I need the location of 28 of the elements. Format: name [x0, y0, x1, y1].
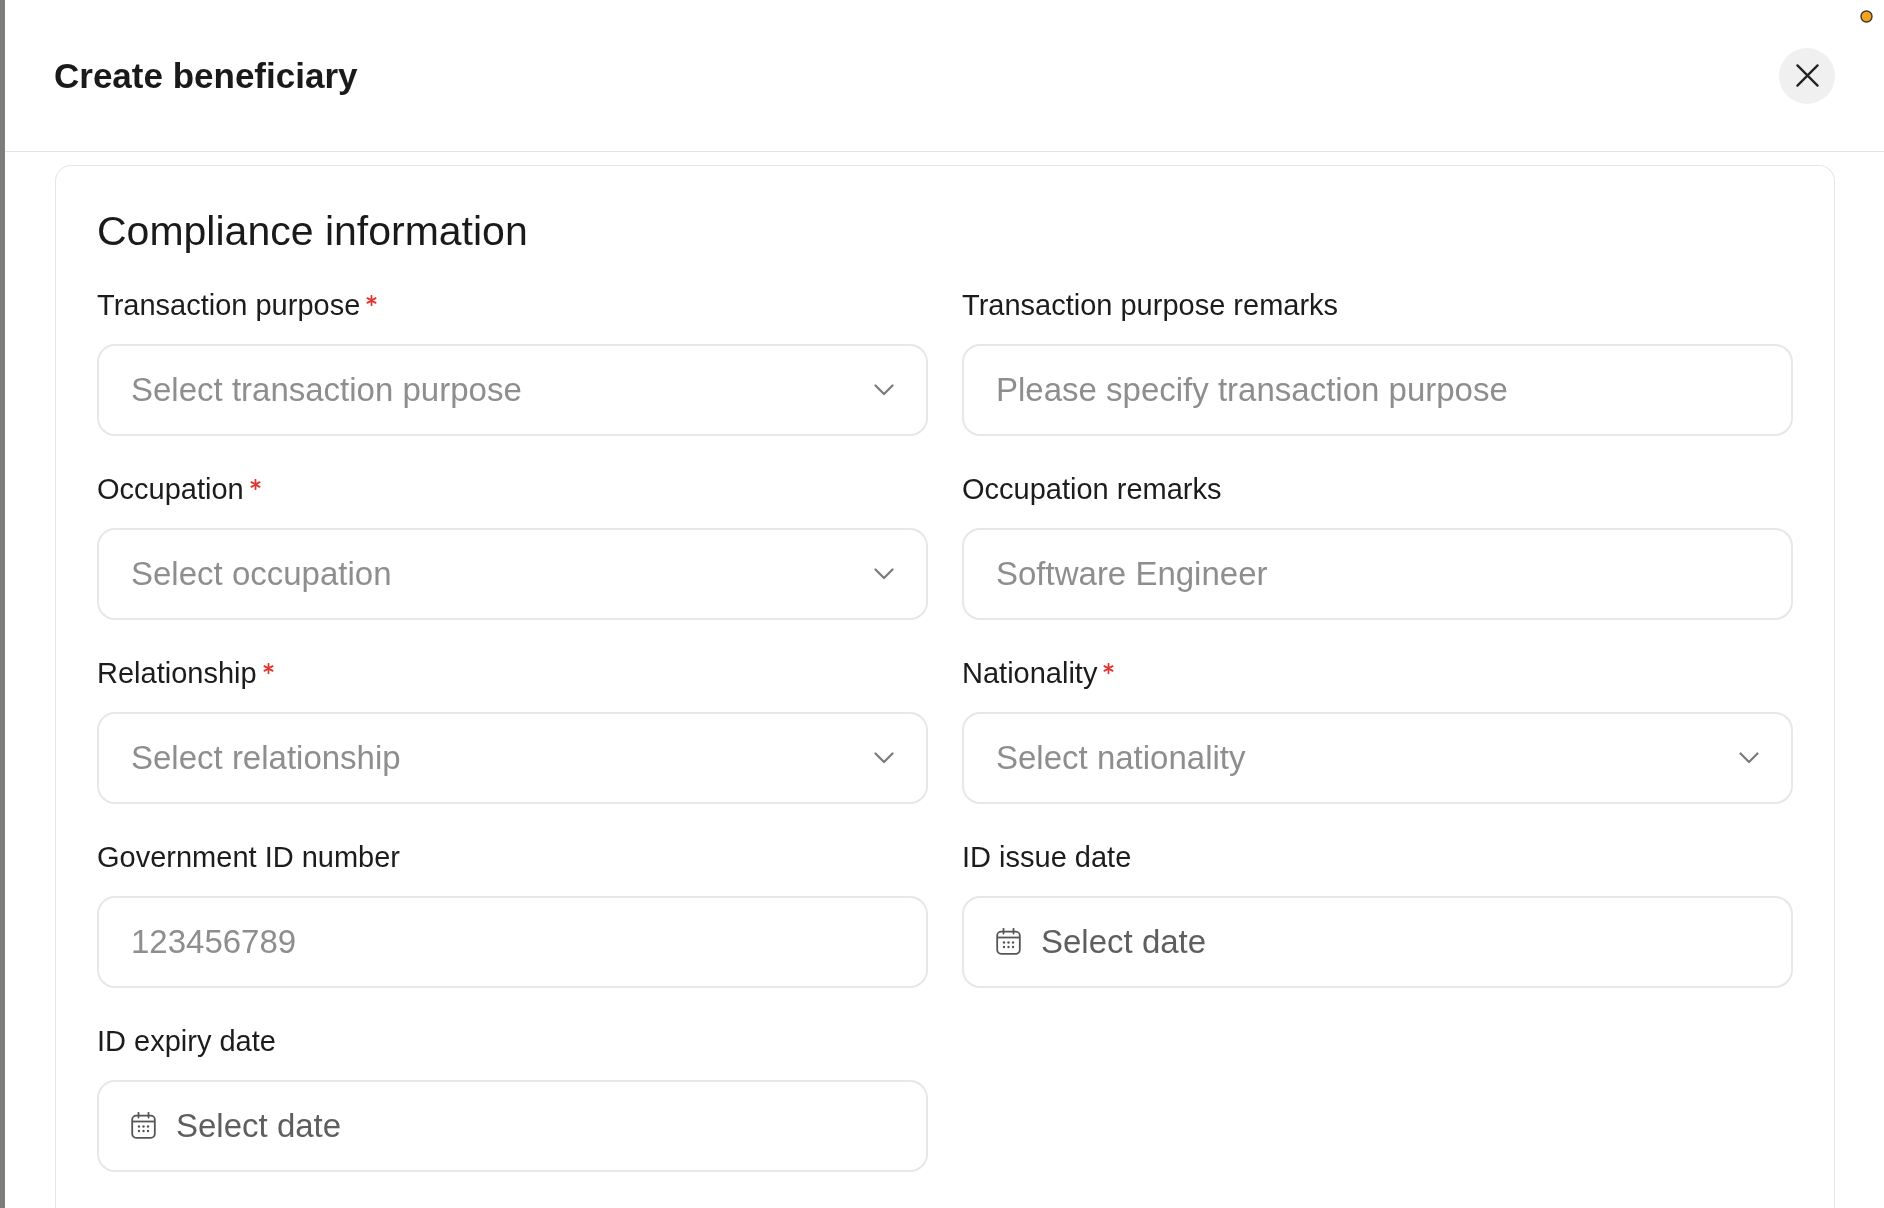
close-icon — [1795, 64, 1819, 87]
field-label: Occupation remarks — [962, 472, 1222, 506]
dropdown-field[interactable]: Select occupation — [97, 528, 928, 620]
text-field[interactable]: Please specify transaction purpose — [962, 344, 1793, 436]
field-label: Government ID number — [97, 840, 400, 874]
dropdown-field[interactable]: Select nationality — [962, 712, 1793, 804]
calendar-icon — [996, 928, 1021, 955]
calendar-icon — [131, 1112, 156, 1139]
dropdown-field[interactable]: Select transaction purpose — [97, 344, 928, 436]
field-label: Transaction purpose remarks — [962, 288, 1339, 322]
dropdown-field[interactable]: Select relationship — [97, 712, 928, 804]
text-field[interactable]: 123456789 — [97, 896, 928, 988]
field-label: Relationship — [97, 656, 257, 690]
field-label: ID issue date — [962, 840, 1132, 874]
field-label: ID expiry date — [97, 1024, 276, 1058]
chevron-down-icon — [874, 384, 894, 396]
section-heading: Compliance information — [97, 207, 528, 255]
date-field[interactable]: Select date — [97, 1080, 928, 1172]
field-label: Occupation — [97, 472, 244, 506]
dialog-title: Create beneficiary — [54, 54, 358, 97]
date-field[interactable]: Select date — [962, 896, 1793, 988]
field-label: Transaction purpose — [97, 288, 361, 322]
text-field[interactable]: Software Engineer — [962, 528, 1793, 620]
chevron-down-icon — [874, 752, 894, 764]
chevron-down-icon — [874, 568, 894, 580]
status-dot-icon — [1860, 10, 1873, 23]
chevron-down-icon — [1739, 752, 1759, 764]
field-label: Nationality — [962, 656, 1098, 690]
